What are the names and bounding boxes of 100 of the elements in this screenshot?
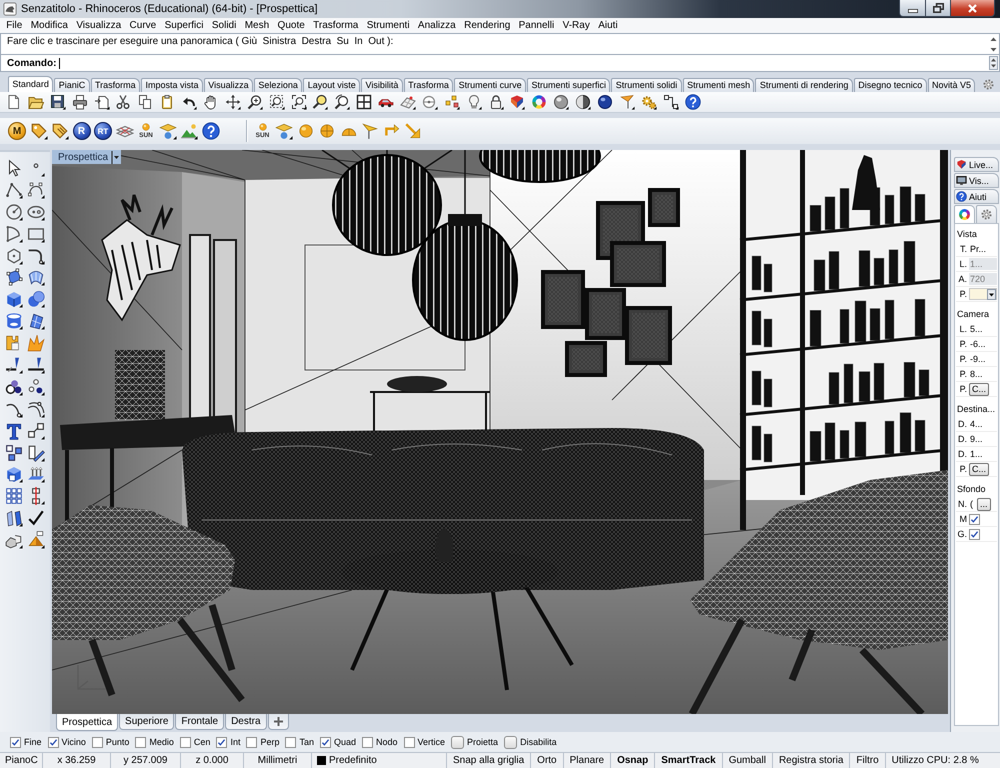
new-file-icon[interactable]: [6, 94, 22, 110]
status-toggle[interactable]: SmartTrack: [655, 753, 723, 768]
menu-item[interactable]: Pannelli: [514, 18, 558, 33]
trim-icon[interactable]: [5, 356, 23, 374]
checkbox-label[interactable]: Int: [230, 737, 240, 747]
toolbar-tab[interactable]: Imposta vista: [141, 78, 203, 92]
spin-button[interactable]: [989, 56, 998, 70]
plane-sphere-icon[interactable]: [158, 122, 176, 140]
surface-corners-icon[interactable]: [5, 268, 23, 286]
four-viewports-icon[interactable]: [356, 94, 372, 110]
align-pen-icon[interactable]: [27, 444, 45, 462]
burst-icon[interactable]: [27, 334, 45, 352]
viewport-tab[interactable]: Superiore: [119, 714, 174, 730]
panel-tab[interactable]: [954, 205, 975, 223]
checkbox[interactable]: [216, 736, 228, 748]
panel-tab[interactable]: Live...: [954, 157, 999, 172]
zoom-extents-icon[interactable]: [290, 94, 307, 110]
menu-item[interactable]: Strumenti: [362, 18, 414, 33]
toolbar-tab[interactable]: Trasforma: [90, 78, 140, 92]
zoom-selected-icon[interactable]: [312, 94, 328, 110]
status-toggle[interactable]: Filtro: [850, 753, 886, 768]
menu-item[interactable]: Superfici: [160, 18, 208, 33]
menu-item[interactable]: Visualizza: [72, 18, 126, 33]
dots-icon[interactable]: [27, 378, 45, 396]
checkbox[interactable]: [320, 736, 331, 748]
offset-curves-icon[interactable]: [27, 400, 45, 418]
mesh-patch-icon[interactable]: [27, 312, 45, 330]
toolbar-tab[interactable]: Strumenti superfici: [527, 78, 610, 92]
help-icon[interactable]: [684, 94, 701, 110]
status-toggle[interactable]: Osnap: [611, 753, 656, 768]
checkbox-label[interactable]: Medio: [149, 737, 174, 747]
toolbar-tab[interactable]: Visualizza: [204, 78, 254, 92]
checkbox[interactable]: [362, 736, 374, 748]
checkbox-label[interactable]: Proietta: [467, 737, 498, 747]
letter-button[interactable]: M: [8, 122, 26, 140]
toolbar-tab[interactable]: Strumenti curve: [454, 78, 526, 92]
curved-surface-icon[interactable]: [27, 268, 45, 286]
checkbox[interactable]: [969, 514, 980, 524]
property-field[interactable]: 5...: [969, 323, 997, 335]
status-toggle[interactable]: Snap alla griglia: [447, 753, 532, 768]
checkbox-label[interactable]: Nodo: [376, 737, 398, 747]
fillet-curve-icon[interactable]: [27, 246, 45, 265]
half-shaded-sphere-icon[interactable]: [575, 94, 592, 110]
checkbox-label[interactable]: Vertice: [418, 737, 446, 747]
menu-item[interactable]: Mesh: [240, 18, 274, 33]
checkbox[interactable]: [10, 736, 21, 748]
property-field[interactable]: 9...: [969, 433, 997, 445]
scissors-icon[interactable]: [115, 94, 132, 110]
minimize-button[interactable]: [899, 0, 925, 17]
control-point-curve-icon[interactable]: [27, 180, 45, 199]
split-icon[interactable]: [27, 356, 45, 374]
checkmark-icon[interactable]: [27, 509, 45, 528]
property-field[interactable]: 1...: [969, 448, 997, 460]
cube-icon[interactable]: [5, 290, 23, 308]
arc-icon[interactable]: [5, 224, 23, 243]
pyramid-icon[interactable]: [27, 531, 45, 550]
menu-item[interactable]: Quote: [273, 18, 309, 33]
checkbox-label[interactable]: Perp: [260, 737, 280, 747]
settings-icon[interactable]: [982, 78, 995, 90]
toolbar-tab[interactable]: Standard: [8, 76, 54, 92]
toolbar-tab[interactable]: Strumenti mesh: [682, 78, 754, 92]
viewport-title[interactable]: Prospettica: [52, 150, 122, 164]
text-tool-icon[interactable]: [5, 422, 23, 440]
menu-item[interactable]: File: [2, 18, 26, 33]
toolbar-tab[interactable]: Strumenti di rendering: [755, 78, 853, 92]
toolbar-tab[interactable]: Seleziona: [254, 78, 302, 92]
zoom-icon[interactable]: [246, 94, 263, 110]
viewport-tab[interactable]: Destra: [225, 714, 267, 730]
checkbox-label[interactable]: Disabilita: [520, 737, 557, 747]
viewport-tab[interactable]: Frontale: [175, 714, 224, 730]
copy-icon[interactable]: [137, 94, 154, 110]
tag-icon[interactable]: [30, 122, 48, 140]
menu-item[interactable]: Rendering: [460, 18, 514, 33]
toolbar-tab[interactable]: Disegno tecnico: [854, 78, 927, 92]
checkbox[interactable]: [404, 736, 415, 748]
checkbox-label[interactable]: Punto: [106, 737, 130, 747]
block-squares-icon[interactable]: [5, 444, 23, 462]
hexagon-icon[interactable]: [5, 246, 23, 265]
property-field[interactable]: -6...: [969, 338, 997, 350]
checkbox-label[interactable]: Quad: [334, 737, 356, 747]
toolbar-tab[interactable]: PianiC: [54, 78, 90, 92]
diagonal-arrow-icon[interactable]: [404, 122, 422, 140]
panel-tab[interactable]: Vis...: [954, 173, 999, 188]
browse-button[interactable]: ...: [977, 498, 991, 510]
property-field[interactable]: Pr...: [969, 243, 997, 255]
flowchart-icon[interactable]: [662, 94, 679, 110]
pennant-icon[interactable]: [361, 122, 379, 140]
menu-item[interactable]: Solidi: [208, 18, 241, 33]
menu-item[interactable]: Aiuti: [594, 18, 622, 33]
checkbox[interactable]: [180, 736, 191, 748]
status-toggle[interactable]: Gumball: [722, 753, 773, 768]
zoom-window-icon[interactable]: [268, 94, 285, 110]
toggle-checkbox[interactable]: [504, 736, 518, 748]
property-field[interactable]: -9...: [969, 353, 997, 365]
spheres-icon[interactable]: [27, 290, 45, 308]
grid-plane-icon[interactable]: [400, 94, 416, 110]
rotate-view-icon[interactable]: [334, 94, 350, 110]
mirror-icon[interactable]: [5, 509, 23, 528]
panel-tab[interactable]: [976, 205, 997, 223]
cube-cut-icon[interactable]: [5, 465, 23, 484]
